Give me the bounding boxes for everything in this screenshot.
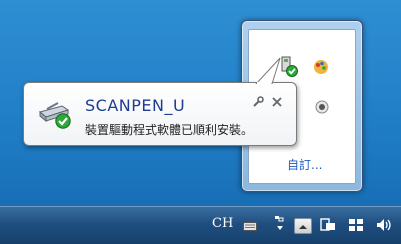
keyboard-icon[interactable] [243,220,257,232]
balloon-title: SCANPEN_U [85,96,186,115]
customize-link[interactable]: 自訂... [287,156,322,173]
balloon-message: 裝置驅動程式軟體已順利安裝。 [85,123,254,137]
success-check-icon [55,113,71,129]
chevron-up-icon [299,225,307,229]
show-hidden-icons-button[interactable] [294,218,312,234]
volume-icon[interactable] [375,217,393,233]
pen-icon[interactable] [273,214,285,236]
action-center-flag-icon[interactable] [320,218,336,232]
balloon-tail [255,57,281,84]
palette-icon[interactable] [313,59,329,75]
close-icon[interactable] [272,97,282,107]
disc-icon[interactable] [315,100,331,116]
notification-balloon[interactable]: SCANPEN_U 裝置驅動程式軟體已順利安裝。 [23,57,297,146]
network-icon[interactable] [348,218,364,232]
language-indicator[interactable]: CH [212,216,233,231]
taskbar: CH [0,206,401,244]
wrench-icon[interactable] [252,96,264,108]
